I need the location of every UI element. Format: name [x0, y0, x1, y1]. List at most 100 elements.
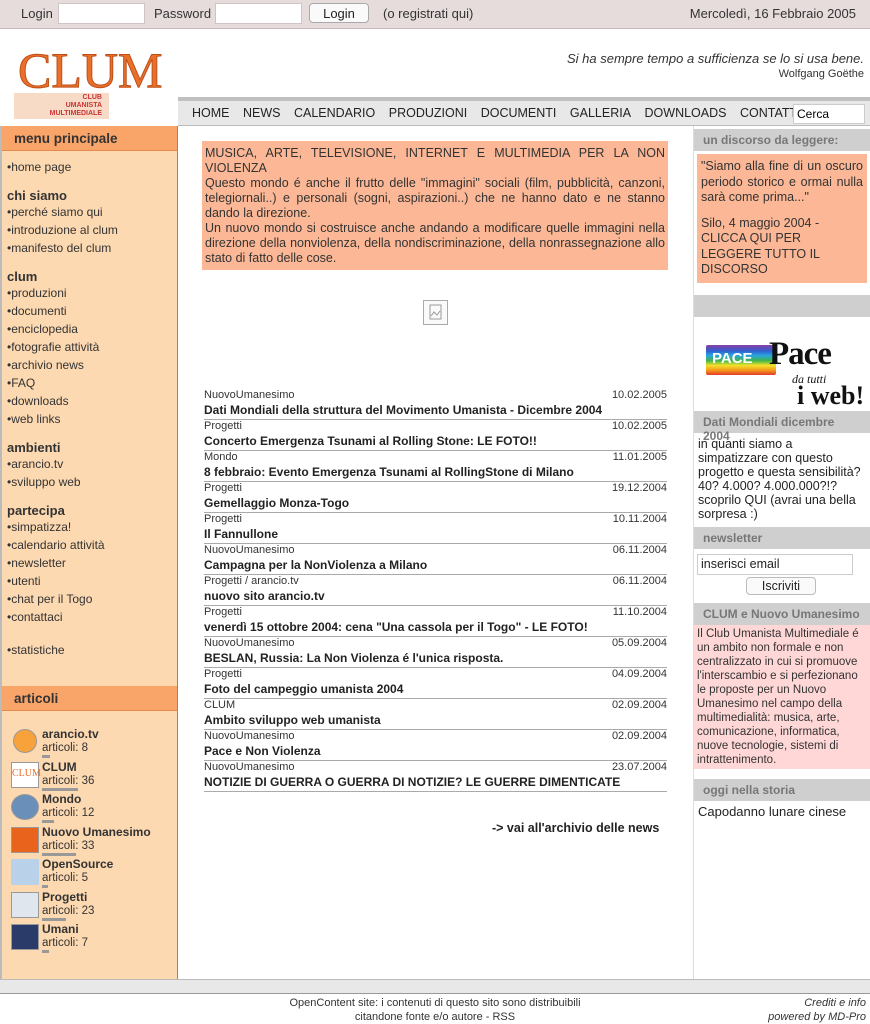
menu-item[interactable]: utenti [2, 572, 177, 590]
article-category[interactable]: Nuovo Umanesimo articoli: 33 [2, 823, 177, 856]
news-row[interactable]: Progetti 19.12.2004 Gemellaggio Monza-Togo [204, 482, 667, 513]
nav-calendario[interactable]: CALENDARIO [294, 106, 375, 120]
quote-text: Si ha sempre tempo a sufficienza se lo s… [567, 51, 864, 66]
password-label: Password [154, 6, 212, 21]
projects-icon [11, 891, 39, 918]
menu-item[interactable]: newsletter [2, 554, 177, 572]
article-bar [42, 950, 49, 953]
menu-item[interactable]: FAQ [2, 374, 177, 392]
footer-license: OpenContent site: i contenuti di questo … [289, 997, 581, 1023]
people-icon [11, 924, 39, 950]
site-footer: OpenContent site: i contenuti di questo … [0, 994, 870, 1024]
news-row[interactable]: Progetti 04.09.2004 Foto del campeggio uma… [204, 668, 667, 699]
nav-produzioni[interactable]: PRODUZIONI [389, 106, 467, 120]
menu-item[interactable]: arancio.tv [2, 455, 177, 473]
header-quote: Si ha sempre tempo a sufficienza se lo s… [567, 51, 864, 80]
clum-title: CLUM e Nuovo Umanesimo [694, 602, 870, 625]
news-row[interactable]: Progetti / arancio.tv 06.11.2004 nuovo sit… [204, 575, 667, 606]
eye-icon [11, 794, 39, 820]
menu-item[interactable]: archivio news [2, 356, 177, 374]
menu-item[interactable]: enciclopedia [2, 320, 177, 338]
nav-documenti[interactable]: DOCUMENTI [481, 106, 557, 120]
clum-logo-icon: CLUM [11, 761, 41, 788]
articles-list: arancio.tv articoli: 8 CLUM CLUM articol… [2, 725, 177, 953]
broken-image-icon [423, 300, 448, 325]
nav-news[interactable]: NEWS [243, 106, 281, 120]
speech-quote: "Siamo alla fine di un oscuro periodo st… [701, 159, 863, 204]
article-category[interactable]: Umani articoli: 7 [2, 920, 177, 953]
nav-home[interactable]: HOME [192, 106, 230, 120]
pace-title: Pace [769, 335, 832, 372]
menu-home-page[interactable]: home page [2, 158, 177, 176]
menu-item[interactable]: simpatizza! [2, 518, 177, 536]
arancio-tv-icon [13, 729, 37, 753]
nav-galleria[interactable]: GALLERIA [570, 106, 631, 120]
svg-text:CLUB: CLUB [83, 94, 102, 101]
username-input[interactable] [58, 3, 145, 24]
right-sidebar: un discorso da leggere: "Siamo alla fine… [693, 126, 870, 979]
articles-title: articoli [2, 686, 177, 711]
menu-item[interactable]: downloads [2, 392, 177, 410]
article-category[interactable]: OpenSource articoli: 5 [2, 855, 177, 888]
intro-title: MUSICA, ARTE, TELEVISIONE, INTERNET E MU… [205, 146, 665, 175]
news-row[interactable]: NuovoUmanesimo 02.09.2004 Pace e Non Viole… [204, 730, 667, 761]
article-category[interactable]: arancio.tv articoli: 8 [2, 725, 177, 758]
section-clum: clum [7, 269, 38, 284]
news-row[interactable]: NuovoUmanesimo 05.09.2004 BESLAN, Russia: … [204, 637, 667, 668]
menu-item[interactable]: documenti [2, 302, 177, 320]
quote-author: Wolfgang Goëthe [778, 68, 864, 80]
news-list: NuovoUmanesimo 10.02.2005 Dati Mondiali de… [204, 389, 667, 792]
register-link[interactable]: (o registrati qui) [383, 6, 473, 21]
login-button[interactable]: Login [309, 3, 369, 23]
menu-item[interactable]: chat per il Togo [2, 590, 177, 608]
menu-item[interactable]: produzioni [2, 284, 177, 302]
section-ambienti: ambienti [7, 440, 61, 455]
menu-item[interactable]: contattaci [2, 608, 177, 626]
news-row[interactable]: NuovoUmanesimo 10.02.2005 Dati Mondiali de… [204, 389, 667, 420]
news-row[interactable]: CLUM 02.09.2004 Ambito sviluppo web umanis… [204, 699, 667, 730]
svg-text:UMANISTA: UMANISTA [66, 102, 102, 109]
newsletter-email-input[interactable] [697, 553, 853, 575]
logo-text: CLUM [18, 42, 162, 98]
menu-item[interactable]: perché siamo qui [2, 203, 177, 221]
nav-downloads[interactable]: DOWNLOADS [645, 106, 727, 120]
article-category[interactable]: Progetti articoli: 23 [2, 888, 177, 921]
speech-title: un discorso da leggere: [694, 129, 870, 151]
article-category[interactable]: CLUM CLUM articoli: 36 [2, 758, 177, 791]
speech-box[interactable]: "Siamo alla fine di un oscuro periodo st… [697, 154, 867, 283]
intro-paragraph: Un nuovo mondo si costruisce anche andan… [205, 221, 665, 265]
menu-item[interactable]: introduzione al clum [2, 221, 177, 239]
history-title: oggi nella storia [694, 778, 870, 801]
main-nav: HOME NEWS CALENDARIO PRODUZIONI DOCUMENT… [178, 97, 870, 126]
clum-logo[interactable]: CLUM CLUB UMANISTA MULTIMEDIALE [14, 35, 164, 119]
news-row[interactable]: Progetti 11.10.2004 venerdì 15 ottobre 200… [204, 606, 667, 637]
pace-web: i web! [797, 380, 865, 410]
menu-item[interactable]: fotografie attività [2, 338, 177, 356]
dati-text[interactable]: in quanti siamo a simpatizzare con quest… [694, 433, 870, 525]
menu-item[interactable]: sviluppo web [2, 473, 177, 491]
subscribe-button[interactable]: Iscriviti [746, 576, 816, 595]
menu-item[interactable]: manifesto del clum [2, 239, 177, 257]
dati-title: Dati Mondiali dicembre 2004 [694, 410, 870, 443]
pace-flag-text: PACE [712, 349, 753, 367]
menu-statistiche[interactable]: statistiche [2, 641, 177, 659]
footer-divider [0, 979, 870, 994]
login-bar: Login Password Login (o registrati qui) … [0, 0, 870, 29]
archive-link[interactable]: -> vai all'archivio delle news [492, 821, 659, 835]
search-input[interactable] [793, 104, 865, 124]
speech-source[interactable]: Silo, 4 maggio 2004 - CLICCA QUI PER LEG… [701, 216, 863, 278]
article-category[interactable]: Mondo articoli: 12 [2, 790, 177, 823]
news-row[interactable]: NuovoUmanesimo 23.07.2004 NOTIZIE DI GUERR… [204, 761, 667, 792]
menu-item[interactable]: web links [2, 410, 177, 428]
news-row[interactable]: Mondo 11.01.2005 8 febbraio: Evento Emerge… [204, 451, 667, 482]
menu-title: menu principale [2, 126, 177, 151]
newsletter-title: newsletter [694, 526, 870, 549]
pace-banner[interactable]: PACE Pace da tutti i web! [694, 317, 870, 410]
menu-item[interactable]: calendario attività [2, 536, 177, 554]
footer-credits: Crediti e info powered by MD-Pro [768, 997, 866, 1023]
news-row[interactable]: Progetti 10.02.2005 Concerto Emergenza Tsu… [204, 420, 667, 451]
intro-paragraph: Questo mondo é anche il frutto delle "im… [205, 176, 665, 220]
news-row[interactable]: Progetti 10.11.2004 Il Fannullone [204, 513, 667, 544]
password-input[interactable] [215, 3, 302, 24]
news-row[interactable]: NuovoUmanesimo 06.11.2004 Campagna per la … [204, 544, 667, 575]
